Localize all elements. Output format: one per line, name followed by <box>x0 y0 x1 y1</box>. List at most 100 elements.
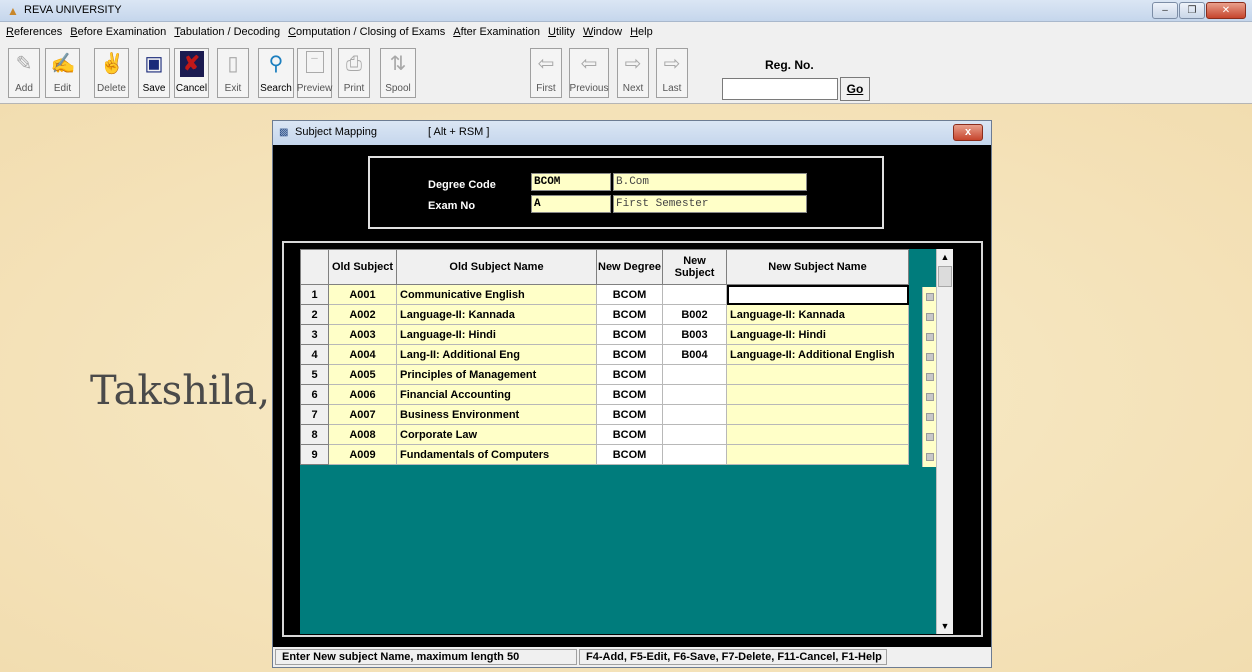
new-degree-cell[interactable]: BCOM <box>596 384 663 405</box>
exam-no-field[interactable]: A <box>531 195 611 213</box>
lookup-button[interactable] <box>922 387 936 407</box>
menu-after-examination[interactable]: After Examination <box>453 26 540 38</box>
new-subject-name-cell[interactable]: Language-II: Additional English <box>726 344 909 365</box>
scroll-down-icon[interactable]: ▼ <box>937 618 953 634</box>
table-row[interactable]: 3 A003 Language-II: Hindi BCOM B003 Lang… <box>300 324 909 345</box>
old-subject-cell[interactable]: A001 <box>328 284 397 305</box>
menu-computation-closing[interactable]: Computation / Closing of Exams <box>288 26 445 38</box>
old-subject-name-cell[interactable]: Corporate Law <box>396 424 597 445</box>
old-subject-name-cell[interactable]: Business Environment <box>396 404 597 425</box>
new-subject-cell[interactable]: B004 <box>662 344 727 365</box>
lookup-button[interactable] <box>922 407 936 427</box>
old-subject-cell[interactable]: A003 <box>328 324 397 345</box>
menu-before-examination[interactable]: Before Examination <box>70 26 166 38</box>
new-subject-cell[interactable]: B003 <box>662 324 727 345</box>
new-subject-cell[interactable] <box>662 384 727 405</box>
first-button[interactable]: ⇦ First <box>530 48 562 98</box>
last-button[interactable]: ⇨ Last <box>656 48 688 98</box>
new-degree-cell[interactable]: BCOM <box>596 424 663 445</box>
old-subject-cell[interactable]: A005 <box>328 364 397 385</box>
next-button[interactable]: ⇨ Next <box>617 48 649 98</box>
delete-label: Delete <box>97 83 126 94</box>
old-subject-cell[interactable]: A007 <box>328 404 397 425</box>
new-subject-cell[interactable] <box>662 444 727 465</box>
new-degree-cell[interactable]: BCOM <box>596 324 663 345</box>
old-subject-name-cell[interactable]: Language-II: Hindi <box>396 324 597 345</box>
new-subject-cell[interactable] <box>662 424 727 445</box>
go-button[interactable]: Go <box>840 77 870 101</box>
new-degree-cell[interactable]: BCOM <box>596 444 663 465</box>
scroll-thumb[interactable] <box>938 266 952 287</box>
exit-button[interactable]: ▯ Exit <box>217 48 249 98</box>
old-subject-name-cell[interactable]: Fundamentals of Computers <box>396 444 597 465</box>
search-button[interactable]: ⚲ Search <box>258 48 294 98</box>
old-subject-cell[interactable]: A008 <box>328 424 397 445</box>
new-subject-name-cell[interactable] <box>726 384 909 405</box>
grid-vertical-scrollbar[interactable]: ▲ ▼ <box>936 249 953 634</box>
add-button[interactable]: ✎ Add <box>8 48 40 98</box>
old-subject-name-cell[interactable]: Principles of Management <box>396 364 597 385</box>
lookup-button[interactable] <box>922 447 936 467</box>
menu-window[interactable]: Window <box>583 26 622 38</box>
previous-button[interactable]: ⇦ Previous <box>569 48 609 98</box>
new-subject-name-cell[interactable] <box>726 284 909 305</box>
table-row[interactable]: 7 A007 Business Environment BCOM <box>300 404 909 425</box>
edit-button[interactable]: ✍ Edit <box>45 48 80 98</box>
new-subject-name-cell[interactable]: Language-II: Kannada <box>726 304 909 325</box>
lookup-button[interactable] <box>922 287 936 307</box>
menu-help[interactable]: Help <box>630 26 653 38</box>
lookup-button[interactable] <box>922 347 936 367</box>
new-subject-name-cell[interactable] <box>726 364 909 385</box>
menu-tabulation-decoding[interactable]: Tabulation / Decoding <box>174 26 280 38</box>
menu-utility[interactable]: Utility <box>548 26 575 38</box>
close-button[interactable]: ✕ <box>1206 2 1246 19</box>
scroll-up-icon[interactable]: ▲ <box>937 249 953 265</box>
old-subject-cell[interactable]: A004 <box>328 344 397 365</box>
table-row[interactable]: 8 A008 Corporate Law BCOM <box>300 424 909 445</box>
cancel-button[interactable]: ✘ Cancel <box>174 48 209 98</box>
lookup-button[interactable] <box>922 427 936 447</box>
delete-button[interactable]: ✌ Delete <box>94 48 129 98</box>
lookup-button[interactable] <box>922 327 936 347</box>
new-subject-name-cell[interactable] <box>726 444 909 465</box>
new-subject-cell[interactable] <box>662 364 727 385</box>
old-subject-name-cell[interactable]: Language-II: Kannada <box>396 304 597 325</box>
restore-button[interactable]: ❐ <box>1179 2 1205 19</box>
new-degree-cell[interactable]: BCOM <box>596 284 663 305</box>
old-subject-cell[interactable]: A009 <box>328 444 397 465</box>
minimize-button[interactable]: – <box>1152 2 1178 19</box>
print-button[interactable]: ⎙ Print <box>338 48 370 98</box>
preview-button[interactable]: ─ Preview <box>297 48 332 98</box>
new-subject-cell[interactable] <box>662 404 727 425</box>
table-row[interactable]: 9 A009 Fundamentals of Computers BCOM <box>300 444 909 465</box>
table-row[interactable]: 1 A001 Communicative English BCOM <box>300 284 909 305</box>
new-subject-cell[interactable]: B002 <box>662 304 727 325</box>
last-arrow-icon: ⇨ <box>663 53 681 75</box>
table-row[interactable]: 6 A006 Financial Accounting BCOM <box>300 384 909 405</box>
new-degree-cell[interactable]: BCOM <box>596 404 663 425</box>
new-subject-name-cell[interactable] <box>726 424 909 445</box>
new-degree-cell[interactable]: BCOM <box>596 364 663 385</box>
table-row[interactable]: 4 A004 Lang-II: Additional Eng BCOM B004… <box>300 344 909 365</box>
new-degree-cell[interactable]: BCOM <box>596 304 663 325</box>
table-row[interactable]: 5 A005 Principles of Management BCOM <box>300 364 909 385</box>
reg-no-input[interactable] <box>722 78 838 100</box>
lookup-button[interactable] <box>922 367 936 387</box>
new-degree-cell[interactable]: BCOM <box>596 344 663 365</box>
spool-button[interactable]: ⇅ Spool <box>380 48 416 98</box>
lookup-button[interactable] <box>922 307 936 327</box>
old-subject-name-cell[interactable]: Lang-II: Additional Eng <box>396 344 597 365</box>
menu-references[interactable]: References <box>6 26 62 38</box>
save-button[interactable]: ▣ Save <box>138 48 170 98</box>
old-subject-cell[interactable]: A002 <box>328 304 397 325</box>
child-close-button[interactable]: x <box>953 124 983 141</box>
new-subject-name-cell[interactable]: Language-II: Hindi <box>726 324 909 345</box>
header-new-subject: New Subject <box>662 249 727 285</box>
new-subject-name-cell[interactable] <box>726 404 909 425</box>
degree-code-field[interactable]: BCOM <box>531 173 611 191</box>
table-row[interactable]: 2 A002 Language-II: Kannada BCOM B002 La… <box>300 304 909 325</box>
old-subject-cell[interactable]: A006 <box>328 384 397 405</box>
old-subject-name-cell[interactable]: Financial Accounting <box>396 384 597 405</box>
new-subject-cell[interactable] <box>662 284 727 305</box>
old-subject-name-cell[interactable]: Communicative English <box>396 284 597 305</box>
